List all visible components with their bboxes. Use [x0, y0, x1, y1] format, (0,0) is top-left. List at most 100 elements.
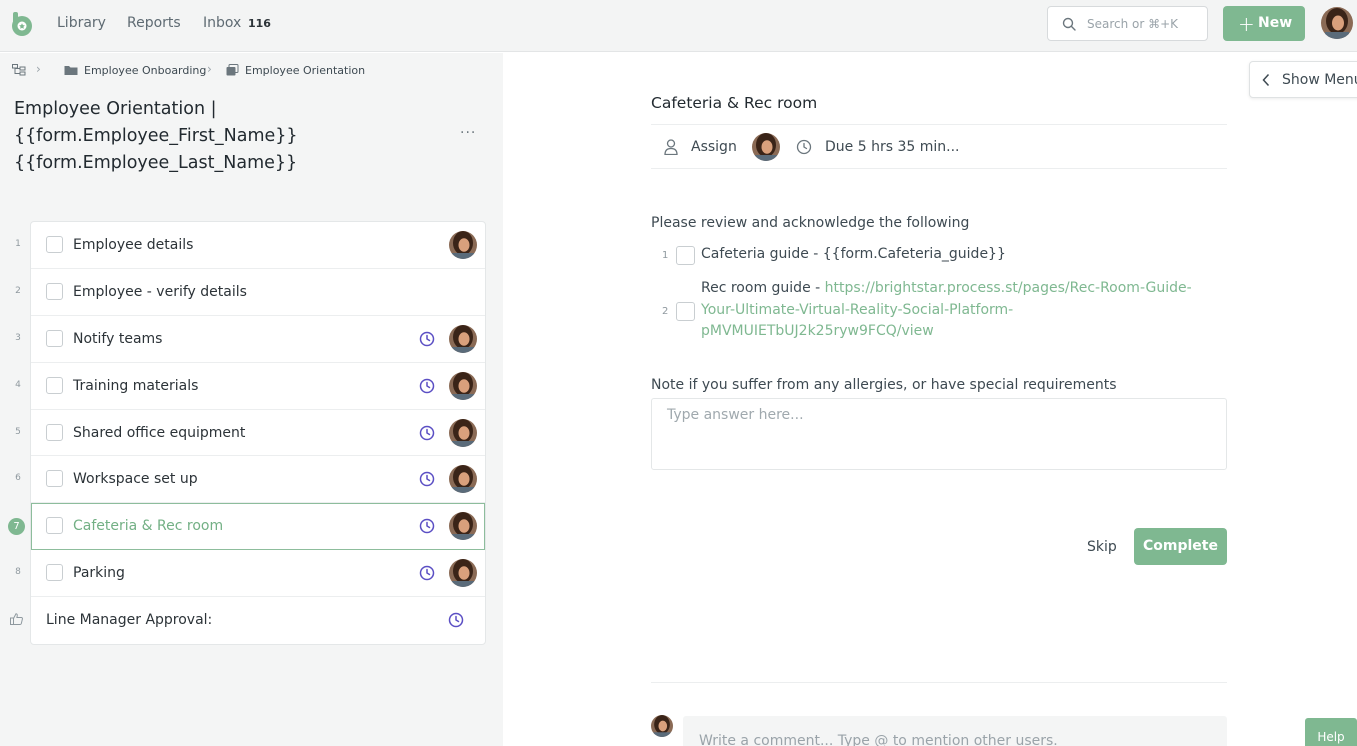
task-checkbox[interactable] [46, 423, 63, 441]
checklist-number: 2 [662, 306, 669, 317]
breadcrumb-workflow[interactable]: Employee Orientation [245, 64, 365, 77]
workflow-sidebar: › Employee Onboarding › Employee Orienta… [0, 53, 503, 746]
task-name: Parking [73, 565, 125, 582]
task-item[interactable]: 4 Training materials [15, 363, 485, 410]
inbox-count-badge: 116 [248, 17, 271, 30]
rec-room-guide-link[interactable]: https://brightstar.process.st/pages/Rec-… [825, 280, 1192, 296]
task-list: 1 Employee details 2 Employee - verify d… [8, 221, 486, 646]
user-avatar[interactable] [1321, 7, 1353, 39]
task-detail-panel: Show Menu Cafeteria & Rec room Assign Du… [503, 53, 1357, 746]
task-item[interactable]: 6 Workspace set up [15, 456, 485, 504]
checklist-number: 1 [662, 250, 669, 261]
rec-room-guide-link[interactable]: Your-Ultimate-Virtual-Reality-Social-Pla… [701, 302, 1013, 318]
task-name: Employee details [73, 237, 194, 253]
page-title: Employee Orientation | {{form.Employee_F… [14, 96, 414, 177]
assignee-avatar[interactable] [449, 559, 477, 588]
clock-icon[interactable] [419, 331, 435, 347]
assignee-avatar[interactable] [449, 324, 477, 353]
new-button-label: New [1258, 15, 1293, 31]
user-avatar [651, 715, 673, 737]
checklist-item-text: Cafeteria guide - {{form.Cafeteria_guide… [701, 246, 1006, 262]
task-number: 1 [15, 239, 21, 249]
task-checkbox[interactable] [46, 470, 63, 488]
section-heading: Note if you suffer from any allergies, o… [651, 377, 1117, 393]
task-name: Notify teams [73, 330, 163, 347]
search-placeholder: Search or ⌘+K [1087, 17, 1179, 31]
clock-icon[interactable] [419, 565, 435, 581]
workflow-icon [226, 64, 239, 76]
show-menu-label: Show Menu [1282, 72, 1357, 88]
task-item[interactable]: 1 Employee details [15, 222, 485, 269]
active-task-number: 7 [8, 518, 25, 536]
help-button[interactable]: Help [1305, 718, 1357, 746]
more-options-button[interactable]: ··· [460, 125, 476, 141]
answer-textarea[interactable]: Type answer here... [651, 398, 1227, 470]
nav-reports[interactable]: Reports [127, 15, 181, 31]
section-heading: Please review and acknowledge the follow… [651, 215, 970, 231]
task-number: 3 [15, 332, 21, 343]
new-button[interactable]: + New [1223, 6, 1305, 41]
task-item[interactable]: 5 Shared office equipment [15, 410, 485, 457]
comment-placeholder: Write a comment... Type @ to mention oth… [699, 733, 1058, 746]
assignee-avatar[interactable] [449, 465, 477, 494]
task-checkbox[interactable] [46, 376, 63, 394]
clock-icon [796, 139, 812, 155]
checklist-checkbox[interactable] [676, 302, 695, 321]
task-meta-row: Assign Due 5 hrs 35 min... [651, 124, 1227, 169]
task-name: Cafeteria & Rec room [73, 518, 224, 535]
task-number: 8 [15, 567, 21, 578]
workflow-tree-icon[interactable] [12, 64, 26, 76]
task-checkbox[interactable] [46, 329, 63, 347]
person-icon [664, 139, 678, 155]
clock-icon[interactable] [419, 425, 435, 441]
checklist-checkbox[interactable] [676, 246, 695, 265]
clock-icon[interactable] [419, 378, 435, 394]
checklist-item-text: Rec room guide - https://brightstar.proc… [701, 278, 1201, 343]
search-input[interactable]: Search or ⌘+K [1047, 6, 1208, 41]
clock-icon[interactable] [448, 612, 464, 628]
breadcrumb-folder[interactable]: Employee Onboarding [84, 64, 206, 77]
page-title-line: {{form.Employee_Last_Name}} [14, 153, 298, 173]
checklist-item-prefix: Rec room guide - [701, 280, 825, 296]
folder-icon [64, 66, 78, 75]
task-item[interactable]: 2 Employee - verify details [15, 269, 485, 316]
comment-input[interactable]: Write a comment... Type @ to mention oth… [683, 716, 1227, 746]
due-date-button[interactable]: Due 5 hrs 35 min... [825, 139, 959, 155]
assignee-avatar[interactable] [449, 371, 477, 400]
assignee-avatar[interactable] [449, 231, 477, 259]
task-checkbox[interactable] [46, 282, 63, 300]
task-item[interactable]: 8 Parking [15, 550, 485, 598]
task-title: Cafeteria & Rec room [651, 94, 818, 112]
task-item[interactable]: 3 Notify teams [15, 316, 485, 363]
assignee-avatar[interactable] [752, 133, 780, 161]
clock-icon[interactable] [419, 471, 435, 487]
task-checkbox[interactable] [46, 517, 63, 535]
answer-placeholder: Type answer here... [667, 407, 804, 423]
task-number: 6 [15, 473, 21, 484]
task-item-active[interactable]: 7 Cafeteria & Rec room [8, 503, 485, 551]
divider [651, 682, 1227, 683]
nav-library[interactable]: Library [57, 15, 106, 31]
assign-button[interactable]: Assign [691, 139, 737, 155]
task-name: Workspace set up [73, 471, 198, 488]
page-title-line: {{form.Employee_First_Name}} [14, 126, 298, 146]
complete-button[interactable]: Complete [1134, 528, 1227, 565]
show-menu-button[interactable]: Show Menu [1249, 61, 1357, 98]
task-name: Employee - verify details [73, 283, 247, 300]
approval-task-item[interactable]: Line Manager Approval: [10, 597, 485, 644]
clock-icon[interactable] [419, 518, 435, 534]
assignee-avatar[interactable] [449, 418, 477, 447]
nav-inbox[interactable]: Inbox [203, 15, 241, 31]
process-street-logo-icon[interactable] [10, 11, 34, 37]
task-name: Line Manager Approval: [46, 612, 213, 629]
task-number: 2 [15, 285, 21, 296]
top-navigation-bar: Library Reports Inbox 116 Search or ⌘+K … [0, 0, 1357, 52]
task-checkbox[interactable] [46, 564, 63, 582]
search-icon [1062, 17, 1076, 31]
skip-button[interactable]: Skip [1087, 539, 1117, 555]
task-number: 4 [15, 379, 21, 390]
assignee-avatar[interactable] [449, 512, 477, 541]
rec-room-guide-link[interactable]: pMVMUIETbUJ2k25ryw9FCQ/view [701, 323, 934, 339]
task-checkbox[interactable] [46, 236, 63, 253]
plus-icon: + [1238, 12, 1255, 36]
